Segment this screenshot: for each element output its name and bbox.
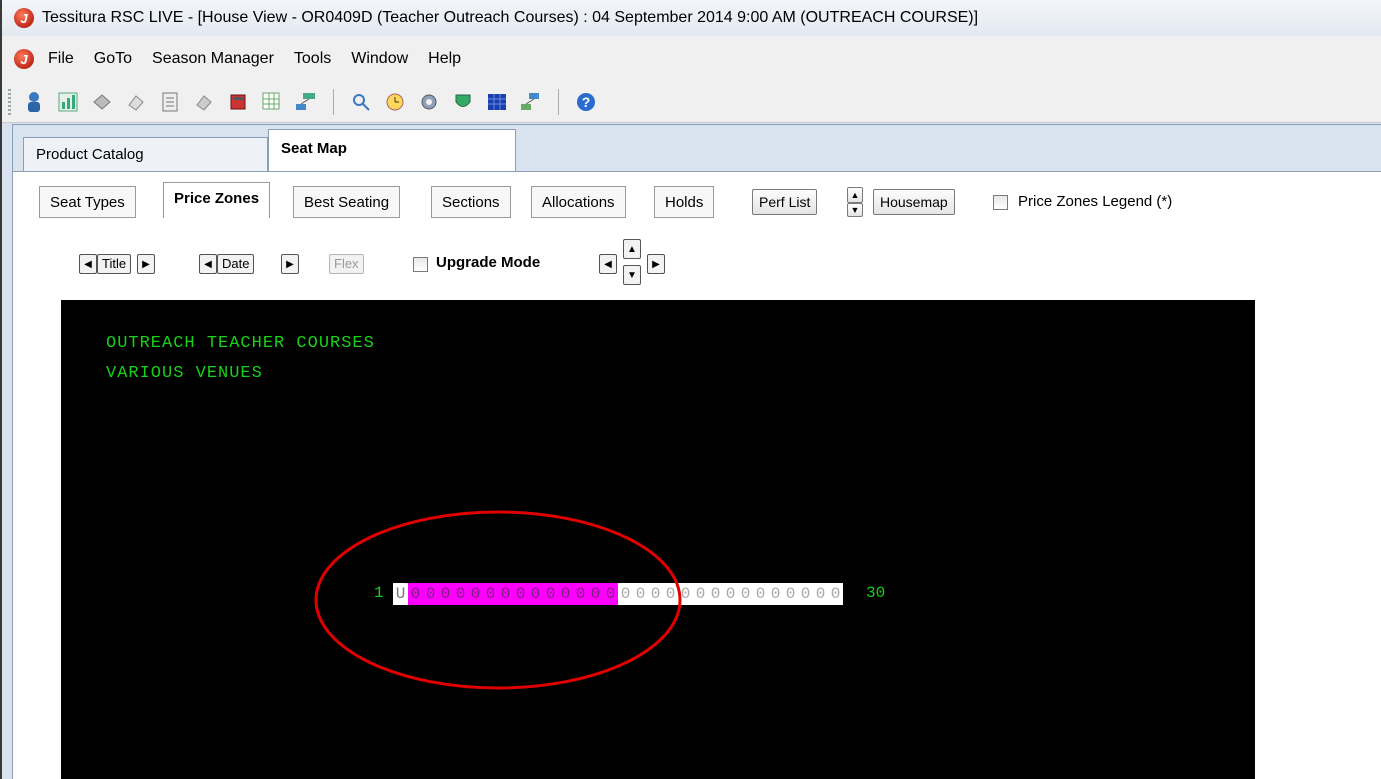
tab-best-seating[interactable]: Best Seating [293, 186, 401, 218]
date-next-button[interactable]: ▶ [281, 254, 299, 274]
title-prev-button[interactable]: ◀ [79, 254, 97, 274]
toolbar-separator [333, 89, 334, 115]
perf-list-button[interactable]: Perf List [752, 189, 818, 215]
pan-left-button[interactable]: ◀ [599, 254, 617, 274]
top-tab-strip: Product Catalog Seat Map [13, 125, 1381, 171]
venue-title: OUTREACH TEACHER COURSES [106, 334, 375, 353]
menu-bar: J File GoTo Season Manager Tools Window … [2, 36, 1381, 82]
perf-down-button[interactable]: ▼ [847, 203, 863, 217]
upgrade-mode-checkbox[interactable] [413, 257, 428, 272]
date-button[interactable]: Date [217, 254, 255, 274]
toolbar-grip[interactable] [8, 89, 11, 115]
seat[interactable]: 0 [753, 583, 768, 605]
search-person-icon[interactable] [350, 91, 372, 113]
book-icon[interactable] [227, 91, 249, 113]
seat[interactable]: 0 [813, 583, 828, 605]
title-next-button[interactable]: ▶ [137, 254, 155, 274]
tab-holds[interactable]: Holds [654, 186, 715, 218]
pan-right-button[interactable]: ▶ [647, 254, 665, 274]
seat[interactable]: 0 [768, 583, 783, 605]
help-icon[interactable]: ? [575, 91, 597, 113]
document-icon[interactable] [159, 91, 181, 113]
title-button[interactable]: Title [97, 254, 132, 274]
seat[interactable]: 0 [783, 583, 798, 605]
row-end-number: 30 [866, 584, 886, 602]
seat[interactable]: 0 [693, 583, 708, 605]
menu-help[interactable]: Help [428, 50, 461, 68]
calendar-grid-icon[interactable] [486, 91, 508, 113]
tab-product-catalog[interactable]: Product Catalog [23, 137, 268, 171]
toolbar-separator-2 [558, 89, 559, 115]
clock-icon[interactable] [384, 91, 406, 113]
chart-icon[interactable] [57, 91, 79, 113]
pan-down-button[interactable]: ▼ [623, 265, 641, 285]
tab-price-zones[interactable]: Price Zones [163, 182, 271, 218]
window-title: Tessitura RSC LIVE - [House View - OR040… [42, 9, 979, 26]
grid-edit-icon[interactable] [261, 91, 283, 113]
tab-allocations[interactable]: Allocations [531, 186, 626, 218]
upgrade-mode-label: Upgrade Mode [436, 254, 541, 271]
seat[interactable]: 0 [798, 583, 813, 605]
app-menu-icon[interactable]: J [14, 49, 34, 69]
constituent-icon[interactable] [23, 91, 45, 113]
annotation-circle [314, 510, 682, 690]
eraser-icon[interactable] [125, 91, 147, 113]
menu-tools[interactable]: Tools [294, 50, 331, 68]
tessitura-logo-icon: J [14, 8, 34, 28]
tab-seat-map[interactable]: Seat Map [268, 129, 516, 171]
network-icon[interactable] [520, 91, 542, 113]
price-zones-legend-checkbox[interactable] [993, 195, 1008, 210]
app-window: J Tessitura RSC LIVE - [House View - OR0… [0, 0, 1381, 779]
shield-icon[interactable] [452, 91, 474, 113]
seat[interactable]: 0 [708, 583, 723, 605]
seat[interactable]: 0 [723, 583, 738, 605]
org-chart-icon[interactable] [295, 91, 317, 113]
seat[interactable]: 0 [738, 583, 753, 605]
eraser-2-icon[interactable] [193, 91, 215, 113]
sub-tab-row: Seat Types Price Zones Best Seating Sect… [13, 171, 1381, 222]
tickets-icon[interactable] [91, 91, 113, 113]
perf-up-button[interactable]: ▲ [847, 187, 863, 203]
gear-icon[interactable] [418, 91, 440, 113]
toolbar: ? [2, 82, 1381, 123]
menu-file[interactable]: File [48, 50, 74, 68]
price-zones-legend-label: Price Zones Legend (*) [1018, 193, 1173, 210]
svg-text:?: ? [582, 94, 591, 110]
flex-button[interactable]: Flex [329, 254, 364, 274]
tab-seat-types[interactable]: Seat Types [39, 186, 136, 218]
pan-up-button[interactable]: ▲ [623, 239, 641, 259]
house-view-panel: Product Catalog Seat Map Seat Types Pric… [12, 124, 1381, 779]
venue-subtitle: VARIOUS VENUES [106, 364, 263, 383]
tab-sections[interactable]: Sections [431, 186, 511, 218]
menu-goto[interactable]: GoTo [94, 50, 132, 68]
menu-season-manager[interactable]: Season Manager [152, 50, 274, 68]
date-prev-button[interactable]: ◀ [199, 254, 217, 274]
seat[interactable]: 0 [828, 583, 843, 605]
menu-window[interactable]: Window [351, 50, 408, 68]
housemap-button[interactable]: Housemap [873, 189, 955, 215]
title-bar: J Tessitura RSC LIVE - [House View - OR0… [2, 0, 1381, 36]
